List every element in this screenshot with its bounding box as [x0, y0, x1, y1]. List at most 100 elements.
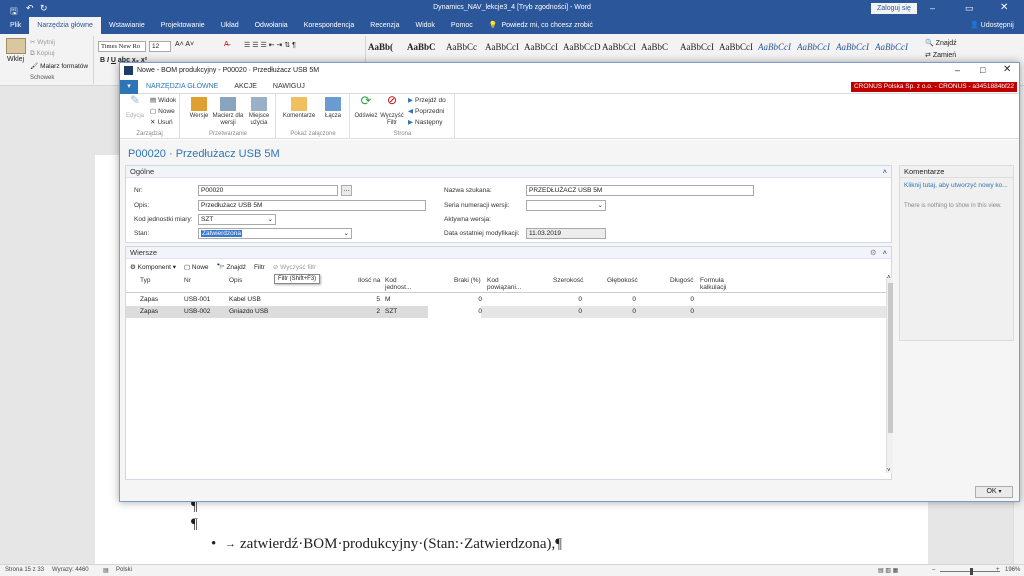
style-swatch[interactable]: AaBbCcI	[836, 42, 875, 52]
tab-references[interactable]: Odwołania	[247, 17, 296, 34]
collapse-icon[interactable]: ˄	[883, 166, 887, 178]
style-swatch[interactable]: AaBb(	[368, 42, 407, 52]
find-button[interactable]: 🔍 Znajdź	[925, 39, 957, 47]
new-comment-link[interactable]: Kliknij tutaj, aby utworzyć nowy ko...	[904, 182, 1012, 189]
close-icon[interactable]: ✕	[1003, 64, 1011, 75]
table-cell[interactable]: 0	[546, 294, 582, 305]
tab-layout[interactable]: Układ	[213, 17, 247, 34]
goto-button[interactable]: ▶ Przejdź do	[408, 96, 446, 105]
tab-mailings[interactable]: Korespondencja	[296, 17, 363, 34]
table-cell[interactable]: 0	[656, 294, 694, 305]
tab-review[interactable]: Recenzja	[362, 17, 407, 34]
clear-filter-button[interactable]: ⊘ Wyczyść filtr	[273, 263, 316, 271]
cut-button[interactable]: ✂ Wytnij	[30, 38, 55, 46]
proofing-icon[interactable]: ▤	[103, 567, 109, 574]
tab-actions[interactable]: AKCJE	[226, 80, 265, 94]
uom-field[interactable]: SZT ⌄	[198, 214, 276, 225]
paste-label[interactable]: Wklej	[7, 56, 24, 63]
style-swatch[interactable]: AaBbCcD	[563, 42, 602, 52]
new-button[interactable]: ▢ Nowe	[150, 107, 175, 116]
tab-help[interactable]: Pomoc	[443, 17, 481, 34]
ok-button[interactable]: OK ▾	[975, 486, 1013, 498]
tab-file[interactable]: Plik	[2, 17, 29, 34]
zoom-level[interactable]: 196%	[1005, 567, 1020, 573]
col-type[interactable]: Typ	[140, 277, 150, 284]
close-icon[interactable]: ✕	[1000, 2, 1008, 13]
zoom-slider-thumb[interactable]	[970, 568, 973, 575]
chevron-down-icon[interactable]: ⌄	[598, 201, 603, 210]
style-swatch[interactable]: AaBbCcI	[719, 42, 758, 52]
table-cell[interactable]: SZT	[385, 306, 415, 317]
font-grow-icon[interactable]: A˄ A˅	[175, 41, 194, 48]
comments-button[interactable]: Komentarze	[281, 97, 317, 120]
col-scrap[interactable]: Braki (%)	[454, 277, 481, 284]
grid-scrollbar[interactable]: ˄ ˅	[886, 275, 893, 474]
table-cell[interactable]: USB-001	[184, 294, 224, 305]
where-used-button[interactable]: Miejsce użycia	[245, 97, 273, 127]
tab-navigate[interactable]: NAWIGUJ	[265, 80, 313, 94]
minimize-icon[interactable]: –	[955, 65, 960, 75]
paste-icon[interactable]	[6, 38, 26, 54]
table-cell[interactable]: 0	[596, 294, 636, 305]
table-cell[interactable]: M	[385, 294, 415, 305]
new-line-button[interactable]: ▢ Nowe	[184, 263, 209, 271]
description-field[interactable]: Przedłużacz USB 5M	[198, 200, 426, 211]
zoom-out-icon[interactable]: –	[932, 567, 935, 573]
assist-edit-button[interactable]: …	[341, 185, 352, 196]
nr-field[interactable]: P00020	[198, 185, 338, 196]
collapse-icon[interactable]: ˄	[883, 247, 887, 259]
font-name-box[interactable]: Times New Ro	[98, 41, 146, 52]
style-swatch[interactable]: AaBbCcI	[680, 42, 719, 52]
search-name-field[interactable]: PRZEDŁUŻACZ USB 5M	[526, 185, 754, 196]
copy-button[interactable]: ⧉ Kopiuj	[30, 50, 55, 58]
table-cell[interactable]: 0	[436, 294, 482, 305]
maximize-icon[interactable]: ▭	[965, 3, 974, 14]
general-header[interactable]: Ogólne ˄	[126, 166, 891, 178]
tab-home[interactable]: NARZĘDZIA GŁÓWNE	[138, 80, 226, 94]
table-cell[interactable]: 0	[546, 306, 582, 317]
style-swatch[interactable]: AaBbCcI	[797, 42, 836, 52]
table-cell[interactable]: Gniazdo USB	[229, 306, 309, 317]
table-cell[interactable]: USB-002	[184, 306, 224, 317]
previous-button[interactable]: ◀ Poprzedni	[408, 107, 444, 116]
share-button[interactable]: 👤 Udostępnij	[970, 21, 1014, 29]
style-swatch[interactable]: AaBbCcI	[485, 42, 524, 52]
style-swatch[interactable]: AaBbCcI	[875, 42, 914, 52]
style-swatch[interactable]: AaBbC	[407, 42, 446, 52]
grid-scrollbar-thumb[interactable]	[888, 283, 893, 433]
style-swatch[interactable]: AaBbCcI	[602, 42, 641, 52]
tab-home[interactable]: Narzędzia główne	[29, 17, 101, 34]
status-field[interactable]: Zatwierdzona ⌄	[198, 228, 352, 239]
table-cell[interactable]: 5	[358, 294, 380, 305]
col-uom[interactable]: Kod jednost...	[385, 277, 417, 291]
col-depth[interactable]: Głębokość	[607, 277, 638, 284]
refresh-button[interactable]: ⟳ Odśwież	[353, 94, 379, 120]
settings-icon[interactable]: ⚙	[870, 247, 877, 259]
delete-button[interactable]: ✕ Usuń	[150, 118, 173, 127]
list-icons[interactable]: ☰ ☰ ☰ ⇤ ⇥ ⇅ ¶	[244, 41, 296, 49]
style-swatch[interactable]: AaBbCcI	[758, 42, 797, 52]
page-count[interactable]: Strona 15 z 33	[5, 567, 44, 573]
minimize-icon[interactable]: –	[930, 3, 935, 13]
clear-filter-button[interactable]: ⊘ Wyczyść Filtr	[379, 94, 405, 127]
edit-button[interactable]: ✎ Edycja	[123, 94, 147, 120]
filter-button[interactable]: Filtr	[254, 264, 265, 271]
chevron-up-icon[interactable]: ˄	[887, 275, 891, 281]
table-cell[interactable]: 2	[358, 306, 380, 317]
font-size-box[interactable]: 12	[149, 41, 171, 52]
clear-format-icon[interactable]: A̶	[224, 41, 229, 48]
chevron-down-icon[interactable]: ⌄	[268, 215, 273, 224]
chevron-down-icon[interactable]: ⌄	[344, 229, 349, 238]
col-qty[interactable]: Ilość na	[358, 277, 380, 284]
component-button[interactable]: ⚙ Komponent ▾	[130, 263, 176, 271]
view-icons[interactable]: ▤ ▥ ▦	[878, 567, 898, 574]
matrix-button[interactable]: Macierz dla wersji	[211, 97, 245, 127]
style-swatch[interactable]: AaBbCcI	[524, 42, 563, 52]
col-length[interactable]: Długość	[670, 277, 693, 284]
maximize-icon[interactable]: □	[980, 65, 985, 75]
col-desc[interactable]: Opis	[229, 277, 242, 284]
app-menu-chevron-icon[interactable]: ▾	[120, 79, 138, 94]
version-series-field[interactable]: ⌄	[526, 200, 606, 211]
table-cell[interactable]: Zapas	[140, 294, 170, 305]
tell-me-box[interactable]: Powiedz mi, co chcesz zrobić	[501, 22, 592, 29]
